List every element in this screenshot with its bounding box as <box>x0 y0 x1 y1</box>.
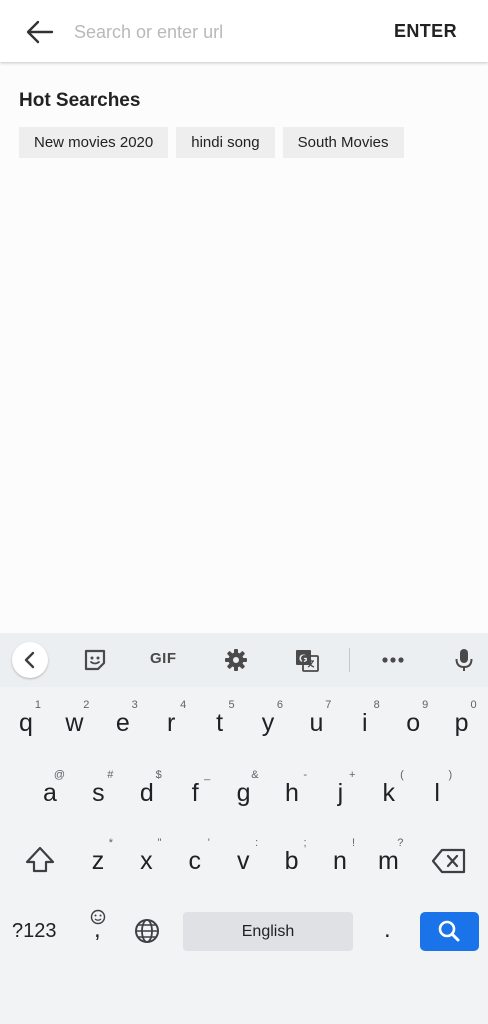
key-label: r <box>167 709 176 737</box>
key-label: y <box>261 709 275 737</box>
search-icon <box>438 920 460 942</box>
sticker-icon <box>84 649 106 671</box>
key-a[interactable]: @ a <box>26 765 74 821</box>
key-label: q <box>19 709 33 737</box>
key-label: n <box>333 847 347 875</box>
hot-search-chip[interactable]: New movies 2020 <box>19 127 169 158</box>
key-j[interactable]: + j <box>316 765 364 821</box>
key-label: m <box>377 847 399 875</box>
language-key[interactable] <box>132 916 162 946</box>
key-c[interactable]: ' c <box>171 833 219 889</box>
keyboard: GIF G 1 q 2 w 3 e 4 r 5 t 6 y 7 u 8 i 9 … <box>0 633 488 1024</box>
key-label: e <box>115 709 130 737</box>
symbols-key[interactable]: ?123 <box>12 920 57 943</box>
hot-searches-list: New movies 2020 hindi song South Movies <box>19 127 404 158</box>
more-dots-icon <box>382 657 404 663</box>
key-label: o <box>406 709 421 737</box>
key-h[interactable]: -h <box>268 765 316 821</box>
key-label: i <box>362 709 368 737</box>
key-t[interactable]: 5t <box>196 695 244 751</box>
key-x[interactable]: " x <box>122 833 170 889</box>
key-label: w <box>65 709 84 737</box>
backspace-icon <box>431 848 466 874</box>
key-label: s <box>92 779 105 807</box>
translate-icon: G <box>296 650 319 672</box>
key-label: b <box>284 847 299 875</box>
collapse-toolbar-button[interactable] <box>12 642 48 678</box>
hot-search-chip[interactable]: South Movies <box>282 127 404 158</box>
key-label: d <box>139 779 154 807</box>
keyboard-toolbar: GIF G <box>0 633 488 687</box>
key-m[interactable]: ? m <box>364 833 412 889</box>
key-e[interactable]: 3e <box>99 695 147 751</box>
key-b[interactable]: ; b <box>268 833 316 889</box>
toolbar-divider <box>349 648 350 672</box>
gif-button[interactable]: GIF <box>150 650 177 667</box>
key-label: g <box>236 779 251 807</box>
comma-label: , <box>94 916 101 943</box>
voice-input-button[interactable] <box>450 646 478 674</box>
shift-key[interactable] <box>22 842 58 878</box>
key-label: x <box>140 847 153 875</box>
backspace-key[interactable] <box>430 844 468 878</box>
search-action-key[interactable] <box>420 912 479 951</box>
key-z[interactable]: * z <box>74 833 122 889</box>
key-label: u <box>309 709 324 737</box>
key-i[interactable]: 8i <box>341 695 389 751</box>
key-label: h <box>285 779 299 807</box>
key-v[interactable]: :v <box>219 833 267 889</box>
key-label: l <box>434 779 440 807</box>
sticker-button[interactable] <box>81 646 109 674</box>
key-f[interactable]: _ f <box>171 765 219 821</box>
enter-button[interactable]: ENTER <box>394 21 457 42</box>
gear-icon <box>225 649 247 671</box>
key-label: t <box>216 709 224 737</box>
chevron-left-icon <box>24 651 35 669</box>
key-label: k <box>382 779 396 807</box>
key-label: a <box>43 779 57 807</box>
settings-button[interactable] <box>222 646 250 674</box>
key-q[interactable]: 1q <box>2 695 50 751</box>
search-input[interactable] <box>74 16 364 48</box>
hot-search-chip[interactable]: hindi song <box>176 127 275 158</box>
key-s[interactable]: # s <box>74 765 122 821</box>
key-label: j <box>337 779 344 807</box>
key-n[interactable]: ! n <box>316 833 364 889</box>
microphone-icon <box>455 649 473 671</box>
key-k[interactable]: (k <box>365 765 413 821</box>
shift-icon <box>25 846 55 873</box>
key-u[interactable]: 7u <box>292 695 340 751</box>
translate-button[interactable]: G <box>293 646 321 674</box>
key-o[interactable]: 9o <box>389 695 437 751</box>
top-bar: ENTER <box>0 0 488 62</box>
period-key[interactable]: . <box>384 916 391 944</box>
emoji-comma-key[interactable]: , <box>86 908 110 954</box>
key-y[interactable]: 6y <box>244 695 292 751</box>
key-w[interactable]: 2w <box>50 695 98 751</box>
back-button[interactable] <box>20 14 60 50</box>
key-g[interactable]: & g <box>220 765 268 821</box>
more-button[interactable] <box>379 646 407 674</box>
key-r[interactable]: 4r <box>147 695 195 751</box>
key-label: v <box>236 847 250 875</box>
key-d[interactable]: $ d <box>123 765 171 821</box>
globe-icon <box>135 919 159 943</box>
arrow-left-icon <box>26 20 54 44</box>
key-label: f <box>191 779 199 807</box>
space-key[interactable]: English <box>183 912 353 951</box>
hot-searches-title: Hot Searches <box>19 90 141 111</box>
key-p[interactable]: 0p <box>438 695 486 751</box>
key-l[interactable]: ) l <box>413 765 461 821</box>
key-label: p <box>454 709 469 737</box>
key-label: z <box>91 847 105 875</box>
key-label: c <box>188 847 202 875</box>
